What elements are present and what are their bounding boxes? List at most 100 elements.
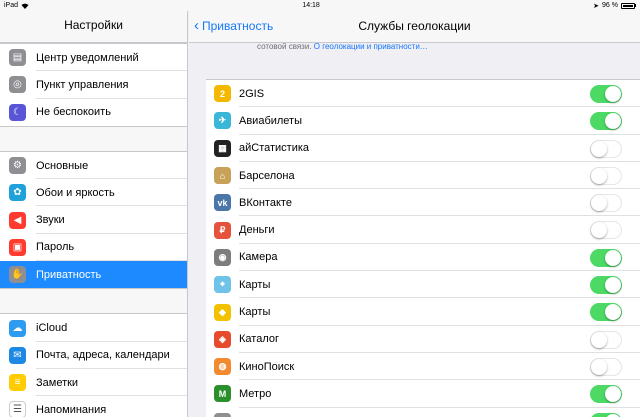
location-toggle[interactable]	[590, 248, 622, 267]
sidebar-title: Настройки	[64, 18, 123, 32]
sidebar-item-label: iCloud	[36, 322, 68, 335]
catalog-icon: ◈	[214, 330, 231, 348]
app-label: Барселона	[239, 169, 295, 182]
partial-row-icon	[214, 412, 231, 417]
sidebar-item-mail[interactable]: ✉ Почта, адреса, календари	[0, 342, 187, 369]
toggle-knob	[605, 86, 621, 102]
sidebar-item-label: Не беспокоить	[36, 106, 111, 119]
sidebar-item-wallpaper[interactable]: ✿ Обои и яркость	[0, 179, 187, 207]
notification-center-icon: ▤	[9, 49, 26, 67]
sidebar-item-notes[interactable]: ≡ Заметки	[0, 369, 187, 397]
location-toggle[interactable]	[590, 166, 622, 185]
sidebar-item-label: Звуки	[36, 214, 65, 227]
location-toggle[interactable]	[590, 85, 622, 103]
sidebar-groups: ▤ Центр уведомлений ◎ Пункт управления ☾ Не б…	[0, 43, 187, 417]
mail-icon: ✉	[9, 346, 26, 364]
location-toggle[interactable]	[590, 330, 622, 349]
app-row: vk ВКонтакте	[206, 189, 640, 217]
page-title: Службы геолокации	[358, 19, 471, 33]
status-bar: iPad 14:18 ➤ 96 %	[0, 0, 640, 11]
location-toggle[interactable]	[590, 194, 622, 213]
app-row: ⌖ Карты	[206, 271, 640, 299]
app-row: ⌂ Барселона	[206, 162, 640, 190]
sidebar-item-hand[interactable]: ✋ Приватность	[0, 261, 187, 289]
notes-icon: ≡	[9, 374, 26, 392]
sidebar-group: ▤ Центр уведомлений ◎ Пункт управления ☾ Не б…	[0, 43, 187, 127]
reminders-icon: ☰	[9, 401, 26, 417]
sidebar-item-reminders[interactable]: ☰ Напоминания	[0, 396, 187, 417]
lock-icon: ▣	[9, 238, 26, 256]
location-toggle[interactable]	[590, 112, 622, 131]
toggle-knob	[591, 358, 607, 375]
sidebar-item-label: Основные	[36, 159, 89, 172]
toggle-knob	[591, 195, 607, 212]
clock: 14:18	[302, 2, 320, 9]
sidebar-item-moon[interactable]: ☾ Не беспокоить	[0, 99, 187, 126]
battery-percent: 96 %	[602, 2, 618, 9]
app-row: ▦ айСтатистика	[206, 135, 640, 162]
maps-alt-icon: ◆	[214, 303, 231, 321]
location-toggle[interactable]	[590, 303, 622, 322]
hand-icon: ✋	[9, 266, 26, 284]
maps-icon: ⌖	[214, 276, 231, 294]
toggle-knob	[591, 331, 607, 348]
location-toggle[interactable]	[590, 221, 622, 240]
sidebar-item-label: Обои и яркость	[36, 186, 115, 199]
sidebar-item-lock[interactable]: ▣ Пароль	[0, 234, 187, 262]
speaker-icon: ◀	[9, 211, 26, 229]
sidebar-item-label: Напоминания	[36, 403, 107, 416]
sidebar-item-label: Пункт управления	[36, 78, 129, 91]
app-row: 2 2GIS	[206, 80, 640, 108]
app-label: Авиабилеты	[239, 114, 303, 127]
toggle-knob	[605, 277, 621, 294]
sidebar-item-control-center[interactable]: ◎ Пункт управления	[0, 71, 187, 99]
sidebar-item-label: Приватность	[36, 268, 102, 281]
app-label: Карты	[239, 278, 271, 291]
app-label: Камера	[239, 251, 278, 264]
control-center-icon: ◎	[9, 76, 26, 94]
app-label: Метро	[239, 387, 272, 400]
app-label: КиноПоиск	[239, 360, 295, 373]
barcelona-icon: ⌂	[214, 167, 231, 185]
app-row: M Метро	[206, 380, 640, 408]
toggle-knob	[591, 140, 607, 157]
istatistika-icon: ▦	[214, 139, 231, 157]
toggle-knob	[591, 167, 607, 184]
app-row: ◆ Карты	[206, 298, 640, 326]
location-toggle[interactable]	[590, 385, 622, 404]
app-row: ₽ Деньги	[206, 216, 640, 244]
sidebar: Настройки ▤ Центр уведомлений ◎ Пункт управ…	[0, 0, 188, 417]
sidebar-item-gear[interactable]: ⚙ Основные	[0, 152, 187, 180]
location-toggle[interactable]	[590, 139, 622, 158]
sidebar-item-speaker[interactable]: ◀ Звуки	[0, 206, 187, 234]
device-name: iPad	[4, 2, 19, 9]
hint-prefix: сотовой связи.	[257, 42, 312, 51]
wallpaper-icon: ✿	[9, 184, 26, 202]
toggle-knob	[605, 249, 621, 266]
app-row	[206, 408, 640, 417]
app-row: ◈ Каталог	[206, 326, 640, 353]
main-panel: ‹ Приватность Службы геолокации сотовой …	[189, 0, 640, 417]
wifi-icon	[21, 3, 29, 9]
camera-icon: ◉	[214, 248, 231, 266]
battery-tip	[634, 4, 636, 7]
app-row: ✈ Авиабилеты	[206, 107, 640, 135]
metro-icon: M	[214, 385, 231, 403]
app-label: Каталог	[239, 333, 279, 346]
2gis-icon: 2	[214, 85, 231, 103]
sidebar-item-label: Пароль	[36, 241, 75, 254]
money-icon: ₽	[214, 221, 231, 239]
sidebar-item-icloud[interactable]: ☁ iCloud	[0, 314, 187, 342]
location-toggle[interactable]	[590, 412, 622, 417]
app-row: ◉ Камера	[206, 244, 640, 272]
kinopoisk-icon: ◍	[214, 358, 231, 376]
location-apps-list: 2 2GIS ✈ Авиабилеты ▦ айСтатистика ⌂ Барселона v…	[206, 79, 640, 417]
sidebar-item-notification-center[interactable]: ▤ Центр уведомлений	[0, 44, 187, 72]
location-toggle[interactable]	[590, 276, 622, 295]
privacy-info-link[interactable]: О геолокации и приватности…	[314, 42, 428, 51]
app-label: 2GIS	[239, 87, 265, 100]
sidebar-group: ☁ iCloud ✉ Почта, адреса, календари ≡ Заметки…	[0, 313, 187, 417]
location-toggle[interactable]	[590, 357, 622, 376]
